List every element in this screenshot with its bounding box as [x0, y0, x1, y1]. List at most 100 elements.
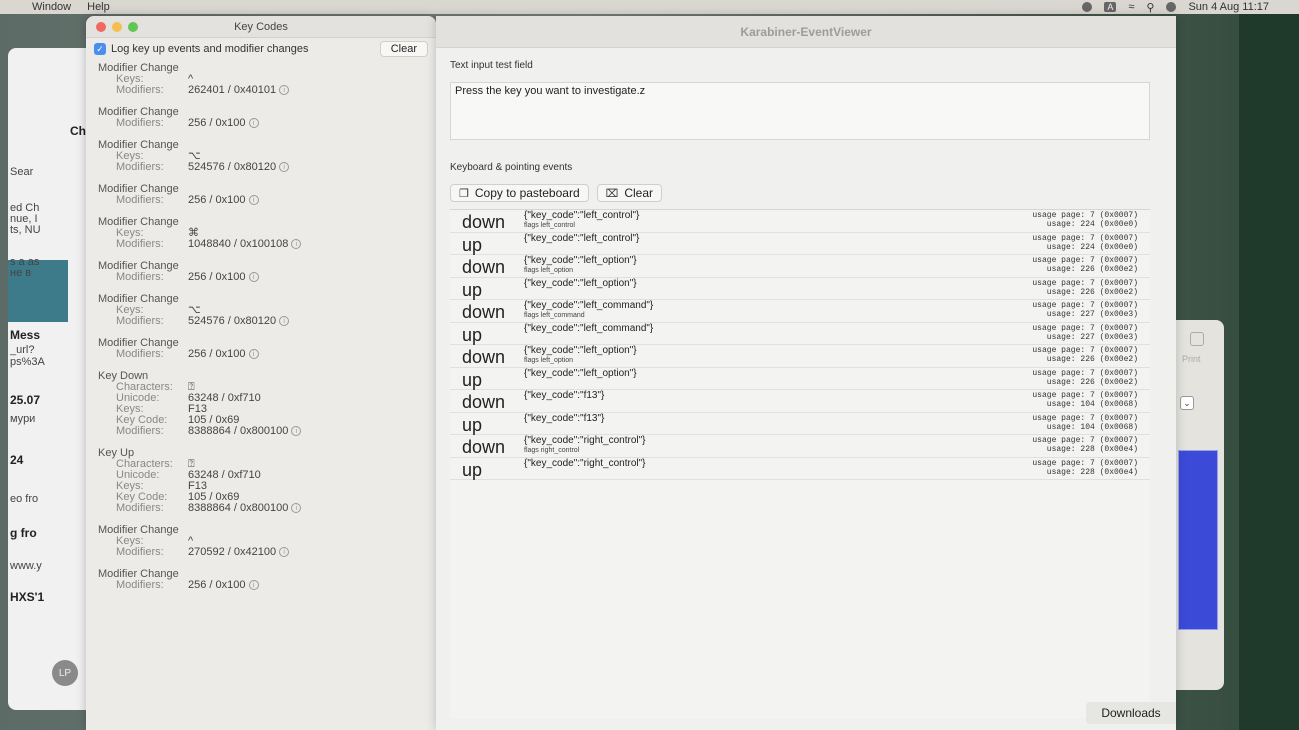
clear-button[interactable]: ⌧ Clear — [596, 184, 662, 202]
event-usage: usage page: 7 (0x0007) usage: 104 (0x0068… — [1032, 391, 1138, 409]
event-row[interactable]: down {"key_code":"left_option"} flags left… — [450, 255, 1150, 278]
search-icon[interactable]: ⚲ — [1146, 1, 1154, 14]
log-keyup-label[interactable]: Log key up events and modifier changes — [111, 43, 309, 55]
event-type: up — [462, 459, 483, 480]
event-code: {"key_code":"left_option"} — [524, 345, 637, 356]
log-entry-row: Modifiers: 256 / 0x100 i — [98, 349, 436, 360]
event-row[interactable]: down {"key_code":"left_control"} flags lef… — [450, 210, 1150, 233]
event-type: up — [462, 414, 483, 435]
vpn-icon[interactable] — [1082, 2, 1093, 12]
copy-button[interactable]: ❐ Copy to pasteboard — [450, 184, 589, 202]
menu-datetime[interactable]: Sun 4 Aug 11:17 — [1188, 1, 1269, 13]
event-usage-page: usage page: 7 (0x0007) — [1032, 301, 1138, 310]
event-usage-page: usage page: 7 (0x0007) — [1032, 368, 1138, 378]
event-type: down — [462, 302, 506, 322]
printer-icon — [1190, 332, 1204, 346]
event-usage-page: usage page: 7 (0x0007) — [1032, 346, 1138, 355]
log-key: Modifiers: — [116, 546, 164, 558]
info-icon[interactable]: i — [279, 85, 290, 95]
event-code: {"key_code":"f13"} — [524, 390, 605, 401]
log-value: 524576 / 0x80120 — [188, 161, 277, 173]
menu-bar-status: A ≈ ⚲ Sun 4 Aug 11:17 — [1082, 0, 1269, 14]
log-key: Modifiers: — [116, 194, 164, 206]
input-source-badge[interactable]: A — [1104, 2, 1117, 12]
control-center-icon[interactable] — [1166, 2, 1177, 12]
log-entry-row: Modifiers: 1048840 / 0x100108 i — [98, 239, 436, 250]
wifi-icon[interactable]: ≈ — [1128, 1, 1134, 13]
log-value: 270592 / 0x42100 — [188, 546, 277, 558]
log-key: Modifiers: — [116, 271, 164, 283]
event-row[interactable]: up {"key_code":"left_option"} usage page: … — [450, 278, 1150, 300]
info-icon[interactable]: i — [279, 162, 290, 172]
log-entry-row: Modifiers: 256 / 0x100 i — [98, 580, 436, 591]
event-row[interactable]: up {"key_code":"left_option"} usage page: … — [450, 368, 1150, 390]
event-row[interactable]: up {"key_code":"left_command"} usage page:… — [450, 323, 1150, 345]
info-icon[interactable]: i — [248, 580, 259, 590]
event-usage-code: usage: 227 (0x00e3) — [1046, 310, 1138, 319]
menu-help[interactable]: Help — [87, 1, 110, 13]
eventviewer-window: Karabiner-EventViewer Text input test fi… — [436, 16, 1176, 730]
event-code: {"key_code":"left_control"} — [524, 232, 640, 244]
info-icon[interactable]: i — [248, 118, 259, 128]
info-icon[interactable]: i — [279, 547, 290, 557]
event-row[interactable]: down {"key_code":"left_option"} flags left… — [450, 345, 1150, 368]
log-entry: Modifier Change Modifiers: 256 / 0x100 i — [98, 337, 436, 360]
event-usage-code: usage: 224 (0x00e0) — [1046, 220, 1138, 229]
log-keyup-checkbox[interactable]: ✓ — [94, 43, 106, 55]
event-usage-code: usage: 104 (0x0068) — [1046, 400, 1138, 409]
log-value: 256 / 0x100 — [188, 117, 246, 129]
log-entry: Modifier Change Modifiers: 256 / 0x100 i — [98, 260, 436, 283]
event-usage-code: usage: 228 (0x00e4) — [1046, 467, 1138, 477]
event-row[interactable]: up {"key_code":"right_control"} usage page… — [450, 458, 1150, 480]
event-row[interactable]: down {"key_code":"right_control"} flags ri… — [450, 435, 1150, 458]
log-entry: Modifier Change Modifiers: 256 / 0x100 i — [98, 106, 436, 129]
chevron-down-icon[interactable]: ⌄ — [1180, 396, 1194, 410]
event-row[interactable]: down {"key_code":"left_command"} flags lef… — [450, 300, 1150, 323]
log-entry: Modifier Change Keys: ^ Modifiers: 270592 / … — [98, 524, 436, 558]
event-usage-code: usage: 224 (0x00e0) — [1046, 242, 1138, 252]
log-entry-title: Modifier Change — [98, 62, 179, 74]
background-text: HXS'1 — [10, 590, 45, 604]
event-flags: flags right_control — [524, 447, 580, 454]
info-icon[interactable]: i — [248, 349, 259, 359]
log-entry-title: Modifier Change — [98, 216, 179, 228]
info-icon[interactable]: i — [248, 195, 259, 205]
event-usage-page: usage page: 7 (0x0007) — [1032, 323, 1138, 333]
log-entry-title: Modifier Change — [98, 139, 179, 151]
info-icon[interactable]: i — [291, 426, 302, 436]
background-text: 24 — [10, 453, 24, 467]
downloads-button[interactable]: Downloads — [1086, 702, 1176, 724]
menu-window[interactable]: Window — [32, 1, 71, 13]
info-icon[interactable]: i — [279, 316, 290, 326]
background-text: 25.07 — [10, 393, 41, 407]
log-entry-title: Modifier Change — [98, 524, 179, 536]
clear-button[interactable]: Clear — [379, 41, 428, 57]
background-text: Mess — [10, 328, 41, 342]
event-code: {"key_code":"left_control"} — [524, 210, 640, 221]
text-input-label: Text input test field — [450, 60, 533, 71]
log-key: Modifiers: — [116, 161, 164, 173]
event-type: down — [462, 392, 506, 412]
log-entry: Key Down Characters: ⍰ Unicode: 63248 / 0xf7… — [98, 370, 436, 437]
event-usage-page: usage page: 7 (0x0007) — [1032, 233, 1138, 243]
event-usage-code: usage: 226 (0x00e2) — [1046, 355, 1138, 364]
info-icon[interactable]: i — [291, 503, 302, 513]
event-usage: usage page: 7 (0x0007) usage: 226 (0x00e2… — [1032, 346, 1138, 364]
event-usage-page: usage page: 7 (0x0007) — [1032, 278, 1138, 288]
event-row[interactable]: up {"key_code":"f13"} usage page: 7 (0x000… — [450, 412, 1150, 435]
text-input-field[interactable]: Press the key you want to investigate.z — [450, 82, 1150, 140]
event-code: {"key_code":"f13"} — [524, 412, 605, 424]
log-value: 256 / 0x100 — [188, 271, 246, 283]
copy-label: Copy to pasteboard — [474, 186, 580, 200]
desktop-edge — [1239, 0, 1299, 730]
log-entry: Modifier Change Modifiers: 256 / 0x100 i — [98, 568, 436, 591]
log-key: Modifiers: — [116, 579, 164, 591]
info-icon[interactable]: i — [291, 239, 302, 249]
event-row[interactable]: up {"key_code":"left_control"} usage page:… — [450, 232, 1150, 255]
info-icon[interactable]: i — [248, 272, 259, 282]
event-usage: usage page: 7 (0x0007) usage: 228 (0x00e4… — [1032, 436, 1138, 454]
background-text: ps%3A — [10, 356, 45, 368]
log-key: Modifiers: — [116, 348, 164, 360]
event-row[interactable]: down {"key_code":"f13"} usage page: 7 (0x0… — [450, 390, 1150, 413]
background-text: g fro — [10, 526, 37, 540]
